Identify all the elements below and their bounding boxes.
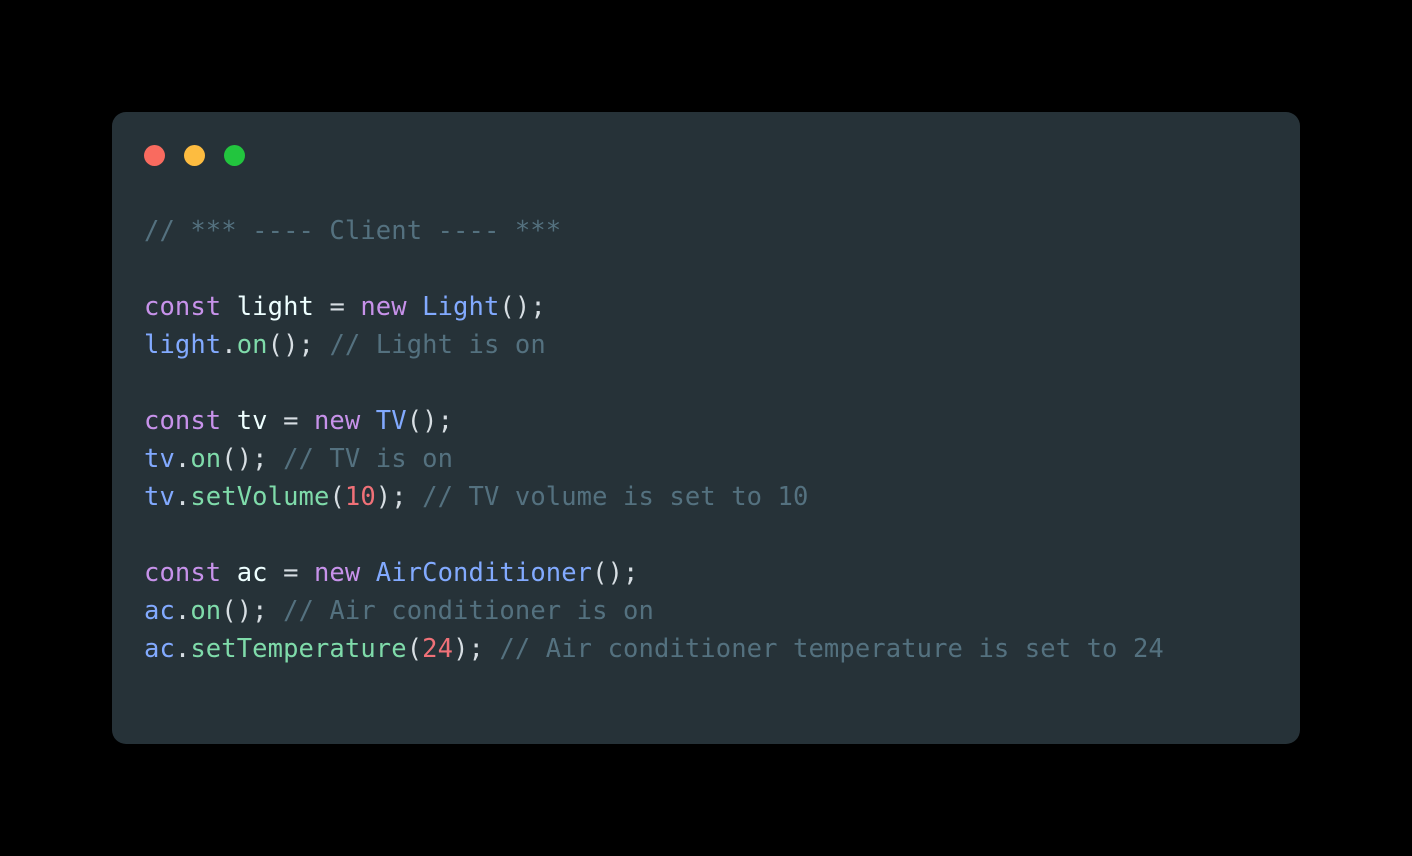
- code-token-keyword: new: [313, 406, 361, 436]
- code-token-number: 24: [422, 634, 454, 664]
- code-token-punct: .: [174, 634, 191, 664]
- code-token-comment: // TV is on: [283, 444, 454, 474]
- code-token-number: 10: [344, 482, 376, 512]
- code-line: light.on(); // Light is on: [144, 326, 1288, 364]
- code-token-punct: (: [329, 482, 345, 512]
- minimize-window-icon[interactable]: [184, 145, 205, 166]
- close-window-icon[interactable]: [144, 145, 165, 166]
- code-token-var: tv: [144, 444, 175, 474]
- code-line: ac.on(); // Air conditioner is on: [144, 592, 1288, 630]
- code-token-punct: );: [375, 482, 407, 512]
- code-line: tv.setVolume(10); // TV volume is set to…: [144, 478, 1288, 516]
- maximize-window-icon[interactable]: [224, 145, 245, 166]
- code-line: // *** ---- Client ---- ***: [144, 212, 1288, 250]
- code-token-punct: ();: [221, 596, 268, 626]
- code-token-punct: ();: [221, 444, 268, 474]
- code-token-punct: ();: [406, 406, 454, 436]
- code-token-plain: tv: [236, 406, 268, 436]
- code-token-punct: .: [221, 330, 237, 360]
- code-token-plain: ac: [236, 558, 268, 588]
- code-token-keyword: new: [360, 292, 407, 322]
- code-token-punct: .: [174, 482, 191, 512]
- page-root: // *** ---- Client ---- *** const light …: [0, 0, 1412, 856]
- code-token-punct: ();: [267, 330, 314, 360]
- code-token-method: on: [190, 444, 222, 474]
- code-token-comment: // *** ---- Client ---- ***: [144, 216, 562, 246]
- code-token-punct: ();: [592, 558, 639, 588]
- code-token-method: setTemperature: [190, 634, 407, 664]
- code-line: ac.setTemperature(24); // Air conditione…: [144, 630, 1288, 668]
- code-token-keyword: const: [144, 558, 222, 588]
- code-token-comment: // Air conditioner temperature is set to…: [499, 634, 1164, 664]
- code-line: const ac = new AirConditioner();: [144, 554, 1288, 592]
- code-line: const tv = new TV();: [144, 402, 1288, 440]
- code-token-keyword: const: [144, 292, 222, 322]
- code-token-var: ac: [144, 634, 175, 664]
- code-block[interactable]: // *** ---- Client ---- *** const light …: [144, 212, 1288, 668]
- code-token-var: ac: [144, 596, 175, 626]
- code-token-class: Light: [422, 292, 500, 322]
- code-token-punct: .: [174, 444, 191, 474]
- code-token-comment: // Light is on: [329, 330, 546, 360]
- code-token-plain: light: [236, 292, 314, 322]
- code-token-comment: // TV volume is set to 10: [422, 482, 809, 512]
- code-snippet-card: // *** ---- Client ---- *** const light …: [112, 112, 1300, 744]
- code-token-method: on: [190, 596, 222, 626]
- code-token-punct: ();: [499, 292, 546, 322]
- code-token-op: =: [283, 406, 299, 436]
- code-token-method: setVolume: [190, 482, 330, 512]
- window-controls: [144, 145, 245, 166]
- code-token-keyword: new: [313, 558, 361, 588]
- code-token-op: =: [283, 558, 299, 588]
- code-token-class: TV: [375, 406, 407, 436]
- code-token-keyword: const: [144, 406, 222, 436]
- code-token-var: tv: [144, 482, 175, 512]
- code-token-method: on: [236, 330, 268, 360]
- code-token-comment: // Air conditioner is on: [283, 596, 654, 626]
- code-token-var: light: [144, 330, 222, 360]
- code-token-punct: );: [453, 634, 484, 664]
- code-token-op: =: [329, 292, 345, 322]
- code-token-punct: (: [406, 634, 423, 664]
- code-line: tv.on(); // TV is on: [144, 440, 1288, 478]
- code-line: const light = new Light();: [144, 288, 1288, 326]
- code-token-class: AirConditioner: [375, 558, 593, 588]
- code-token-punct: .: [174, 596, 191, 626]
